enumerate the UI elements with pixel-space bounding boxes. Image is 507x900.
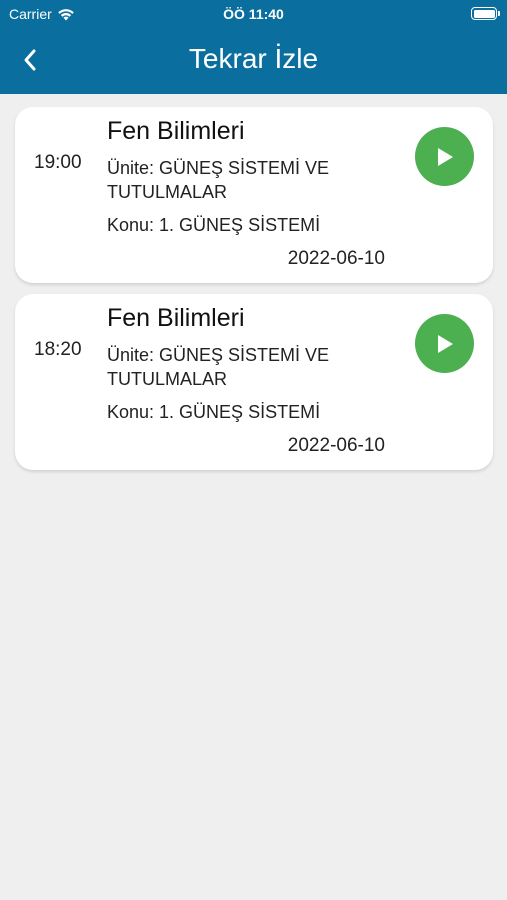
recording-list: 19:00 Fen Bilimleri Ünite: GÜNEŞ SİSTEMİ… (15, 107, 493, 481)
recording-subject: Fen Bilimleri (107, 117, 245, 145)
recording-time: 19:00 (34, 152, 82, 173)
play-icon (437, 147, 453, 166)
status-bar: Carrier ÖÖ 11:40 (0, 0, 507, 28)
recording-date: 2022-06-10 (287, 435, 385, 456)
play-icon (437, 334, 453, 353)
recording-card[interactable]: 18:20 Fen Bilimleri Ünite: GÜNEŞ SİSTEMİ… (15, 294, 493, 470)
recording-unit: Ünite: GÜNEŞ SİSTEMİ VE TUTULMALAR (107, 158, 330, 202)
recording-unit: Ünite: GÜNEŞ SİSTEMİ VE TUTULMALAR (107, 345, 330, 389)
nav-bar: Tekrar İzle (0, 28, 507, 94)
recording-subject: Fen Bilimleri (107, 304, 245, 332)
page-title: Tekrar İzle (188, 43, 319, 74)
recording-topic: Konu: 1. GÜNEŞ SİSTEMİ (107, 215, 321, 235)
battery-icon (471, 7, 500, 20)
recording-card[interactable]: 19:00 Fen Bilimleri Ünite: GÜNEŞ SİSTEMİ… (15, 107, 493, 283)
recording-topic: Konu: 1. GÜNEŞ SİSTEMİ (107, 402, 321, 422)
recording-date: 2022-06-10 (287, 248, 385, 269)
header: Carrier ÖÖ 11:40 Tekrar İzle (0, 0, 507, 94)
recording-time: 18:20 (34, 339, 82, 360)
status-time: ÖÖ 11:40 (223, 6, 284, 22)
play-button[interactable] (415, 127, 474, 186)
play-button[interactable] (415, 314, 474, 373)
